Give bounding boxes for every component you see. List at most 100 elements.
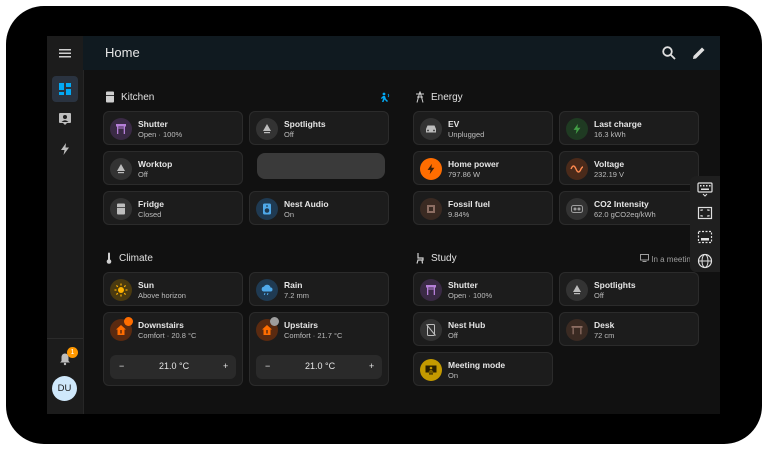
- card-ev[interactable]: EV Unplugged: [413, 111, 553, 145]
- card-name: Voltage: [594, 159, 625, 169]
- card-state: 62.0 gCO2eq/kWh: [594, 210, 656, 219]
- card-nest-hub[interactable]: Nest Hub Off: [413, 312, 553, 346]
- card-name: Nest Audio: [284, 199, 329, 209]
- card-name: Home power: [448, 159, 500, 169]
- notifications-button[interactable]: 1: [52, 346, 78, 372]
- keyboard-icon[interactable]: [697, 181, 713, 197]
- card-name: EV: [448, 119, 460, 129]
- card-name: Sun: [138, 280, 155, 290]
- search-icon[interactable]: [661, 45, 677, 61]
- card-state: Closed: [138, 210, 162, 219]
- thermostat-header: Downstairs Comfort · 20.8 °C: [104, 313, 244, 347]
- spotlight-icon: [566, 279, 588, 301]
- shutter-icon: [110, 118, 132, 140]
- card-state: On: [284, 210, 295, 219]
- card-desk[interactable]: Desk 72 cm: [559, 312, 699, 346]
- page-title: Home: [105, 45, 140, 60]
- card-name: Upstairs: [284, 320, 319, 330]
- card-rain[interactable]: Rain 7.2 mm: [249, 272, 389, 306]
- notification-badge: 1: [67, 347, 78, 358]
- card-state: On: [448, 371, 459, 380]
- shutter-icon: [420, 279, 442, 301]
- tablet-off-icon: [420, 319, 442, 341]
- lightning-icon: [61, 143, 69, 155]
- card-state: Open · 100%: [138, 130, 183, 139]
- temperature-stepper: − 21.0 °C +: [110, 355, 236, 379]
- decrease-button[interactable]: −: [119, 361, 124, 371]
- monitor-account-icon: [640, 254, 649, 262]
- sidebar: 1 DU: [47, 36, 84, 414]
- card-kitchen-worktop[interactable]: Worktop Off: [103, 151, 243, 185]
- target-temperature: 21.0 °C: [305, 361, 336, 371]
- user-avatar[interactable]: DU: [52, 376, 77, 401]
- section-study: Study: [415, 252, 457, 264]
- fridge-icon: [106, 91, 114, 103]
- card-state: 9.84%: [448, 210, 470, 219]
- screen: 1 DU Home Kitchen Shutter Open · 100% Sp…: [47, 36, 720, 414]
- card-last-charge[interactable]: Last charge 16.3 kWh: [559, 111, 699, 145]
- increase-button[interactable]: +: [369, 361, 374, 371]
- sidebar-item-overview[interactable]: [52, 76, 78, 102]
- heat-badge-icon: [124, 317, 133, 326]
- card-study-shutter[interactable]: Shutter Open · 100%: [413, 272, 553, 306]
- card-state: 232.19 V: [594, 170, 625, 179]
- sidebar-item-map[interactable]: [52, 106, 78, 132]
- thermostat-upstairs[interactable]: Upstairs Comfort · 21.7 °C − 21.0 °C +: [249, 312, 389, 386]
- card-state: Comfort · 21.7 °C: [284, 331, 343, 340]
- sidebar-item-energy[interactable]: [52, 136, 78, 162]
- card-state: 72 cm: [594, 331, 615, 340]
- card-voltage[interactable]: Voltage 232.19 V: [559, 151, 699, 185]
- card-kitchen-spotlights[interactable]: Spotlights Off: [249, 111, 389, 145]
- card-name: Nest Hub: [448, 320, 486, 330]
- motion-sensor-icon: [381, 92, 390, 102]
- card-state: Off: [138, 170, 148, 179]
- sidebar-divider: [47, 338, 83, 339]
- card-name: Spotlights: [284, 119, 326, 129]
- side-toolbar: [690, 176, 720, 272]
- globe-icon[interactable]: [697, 253, 713, 269]
- decrease-button[interactable]: −: [265, 361, 270, 371]
- monitor-account-icon: [420, 359, 442, 381]
- card-name: Meeting mode: [448, 360, 506, 370]
- fridge-icon: [110, 198, 132, 220]
- card-home-power[interactable]: Home power 797.86 W: [413, 151, 553, 185]
- top-bar: Home: [83, 36, 720, 70]
- card-state: Comfort · 20.8 °C: [138, 331, 197, 340]
- car-icon: [420, 118, 442, 140]
- dashboard-icon: [59, 83, 71, 95]
- card-name: Downstairs: [138, 320, 184, 330]
- increase-button[interactable]: +: [223, 361, 228, 371]
- card-fossil-fuel[interactable]: Fossil fuel 9.84%: [413, 191, 553, 225]
- card-name: Last charge: [594, 119, 642, 129]
- card-meeting-mode[interactable]: Meeting mode On: [413, 352, 553, 386]
- card-sun[interactable]: Sun Above horizon: [103, 272, 243, 306]
- section-title: Energy: [431, 91, 463, 103]
- thermostat-header: Upstairs Comfort · 21.7 °C: [250, 313, 390, 347]
- card-name: Rain: [284, 280, 303, 290]
- spotlight-icon: [110, 158, 132, 180]
- card-name: Fossil fuel: [448, 199, 491, 209]
- card-name: CO2 Intensity: [594, 199, 649, 209]
- screenshot-icon[interactable]: [697, 229, 713, 245]
- card-kitchen-fridge[interactable]: Fridge Closed: [103, 191, 243, 225]
- edit-icon[interactable]: [691, 45, 707, 61]
- fullscreen-icon[interactable]: [697, 205, 713, 221]
- card-kitchen-shutter[interactable]: Shutter Open · 100%: [103, 111, 243, 145]
- card-kitchen-nest-audio[interactable]: Nest Audio On: [249, 191, 389, 225]
- card-study-spotlights[interactable]: Spotlights Off: [559, 272, 699, 306]
- co2-icon: [566, 198, 588, 220]
- meeting-status-text: In a meeting: [651, 255, 696, 264]
- account-box-icon: [59, 113, 71, 125]
- card-placeholder: [257, 153, 385, 179]
- desk-icon: [566, 319, 588, 341]
- eco-badge-icon: [270, 317, 279, 326]
- menu-icon[interactable]: [52, 40, 78, 66]
- section-title: Study: [431, 252, 457, 264]
- thermostat-downstairs[interactable]: Downstairs Comfort · 20.8 °C − 21.0 °C +: [103, 312, 243, 386]
- lightning-icon: [566, 118, 588, 140]
- section-title: Climate: [119, 252, 153, 264]
- sine-wave-icon: [566, 158, 588, 180]
- card-co2-intensity[interactable]: CO2 Intensity 62.0 gCO2eq/kWh: [559, 191, 699, 225]
- card-state: Unplugged: [448, 130, 485, 139]
- speaker-icon: [256, 198, 278, 220]
